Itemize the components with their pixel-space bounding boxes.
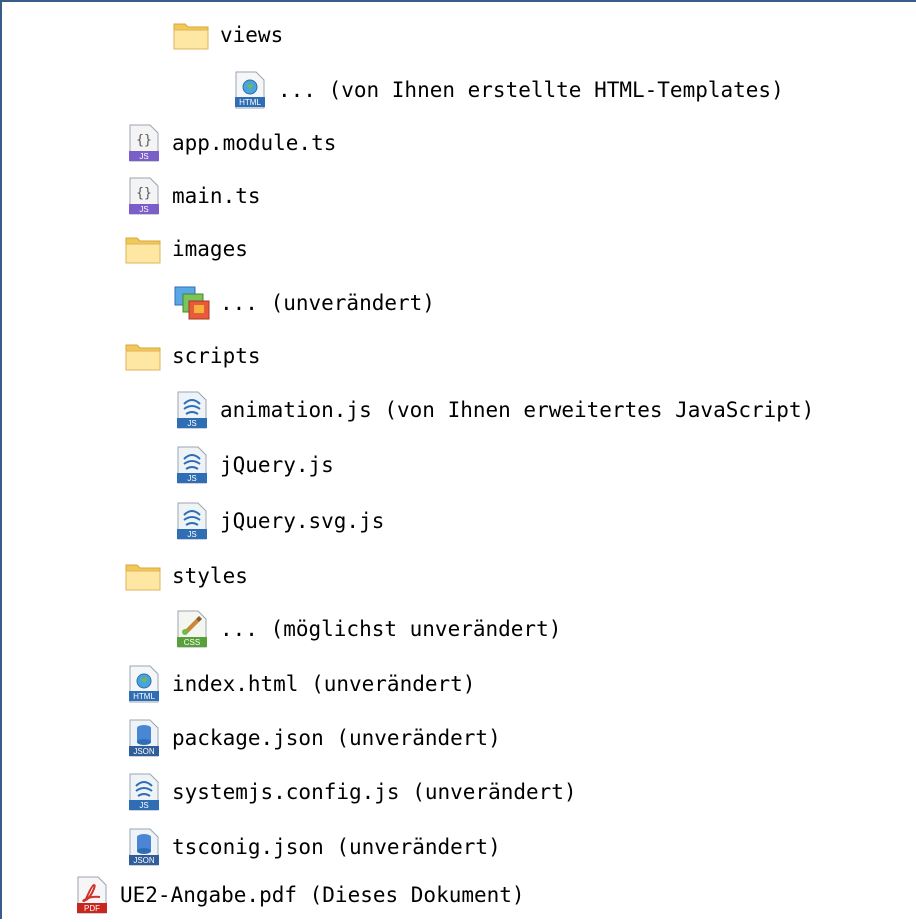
tree-item-label: views [220,23,284,47]
tree-item-main-ts[interactable]: {} JS main.ts [124,169,261,223]
file-tree-panel: views HTML ... (von Ihnen erstellte HTML… [0,0,916,919]
tree-item-jquery-js[interactable]: JS jQuery.js [172,438,334,492]
tree-item-index-html[interactable]: HTML index.html (unverändert) [124,657,475,711]
pdf-file-icon: PDF [72,875,112,915]
tree-item-scripts-folder[interactable]: scripts [124,329,261,383]
folder-icon [172,15,212,55]
svg-text:JS: JS [187,419,196,428]
js-file-icon: JS [172,501,212,541]
tree-item-label: jQuery.js [220,453,334,477]
svg-text:JS: JS [187,474,196,483]
tree-item-label: systemjs.config.js (unverändert) [172,780,577,804]
tree-item-views-folder[interactable]: views [172,8,283,62]
tree-item-ue2-angabe-pdf[interactable]: PDF UE2-Angabe.pdf (Dieses Dokument) [72,868,525,922]
svg-text:{}: {} [136,133,152,148]
image-files-icon [172,283,212,323]
tree-item-label: main.ts [172,184,261,208]
tree-item-label: ... (möglichst unverändert) [220,617,562,641]
js-file-icon: JS [172,390,212,430]
css-file-icon: CSS [172,609,212,649]
tree-item-label: app.module.ts [172,131,337,155]
tree-item-label: styles [172,564,248,588]
svg-text:JSON: JSON [133,747,155,756]
tree-item-label: scripts [172,344,261,368]
tree-item-package-json[interactable]: JSON package.json (unverändert) [124,711,501,765]
svg-text:{}: {} [136,186,152,201]
tree-item-label: animation.js (von Ihnen erweitertes Java… [220,398,815,422]
tree-item-label: jQuery.svg.js [220,509,385,533]
svg-text:HTML: HTML [133,692,155,701]
svg-text:HTML: HTML [239,98,261,107]
tree-item-label: ... (von Ihnen erstellte HTML-Templates) [278,78,784,102]
tree-item-html-templates[interactable]: HTML ... (von Ihnen erstellte HTML-Templ… [230,63,784,117]
html-file-icon: HTML [230,70,270,110]
tree-item-systemjs-config[interactable]: JS systemjs.config.js (unverändert) [124,765,577,819]
json-file-icon: JSON [124,827,164,867]
folder-icon [124,336,164,376]
svg-text:CSS: CSS [184,638,200,647]
svg-text:JSON: JSON [133,856,155,865]
svg-text:PDF: PDF [84,904,100,913]
ts-file-icon: {} JS [124,176,164,216]
tree-item-label: ... (unverändert) [220,291,435,315]
tree-item-animation-js[interactable]: JS animation.js (von Ihnen erweitertes J… [172,383,814,437]
svg-text:JS: JS [187,530,196,539]
js-file-icon: JS [172,445,212,485]
svg-text:JS: JS [139,801,148,810]
js-file-icon: JS [124,772,164,812]
svg-text:JS: JS [139,205,148,214]
tree-item-label: tsconig.json (unverändert) [172,835,501,859]
tree-item-label: package.json (unverändert) [172,726,501,750]
ts-file-icon: {} JS [124,123,164,163]
tree-item-label: images [172,237,248,261]
folder-icon [124,229,164,269]
tree-item-tsconig-json[interactable]: JSON tsconig.json (unverändert) [124,820,501,874]
folder-icon [124,556,164,596]
svg-text:JS: JS [139,152,148,161]
tree-item-images-content[interactable]: ... (unverändert) [172,276,435,330]
json-file-icon: JSON [124,718,164,758]
html-file-icon: HTML [124,664,164,704]
tree-item-label: UE2-Angabe.pdf (Dieses Dokument) [120,883,525,907]
tree-item-styles-folder[interactable]: styles [124,549,248,603]
tree-item-styles-content[interactable]: CSS ... (möglichst unverändert) [172,602,561,656]
tree-item-label: index.html (unverändert) [172,672,476,696]
tree-item-images-folder[interactable]: images [124,222,248,276]
tree-item-jquery-svg-js[interactable]: JS jQuery.svg.js [172,494,384,548]
tree-item-app-module[interactable]: {} JS app.module.ts [124,116,336,170]
